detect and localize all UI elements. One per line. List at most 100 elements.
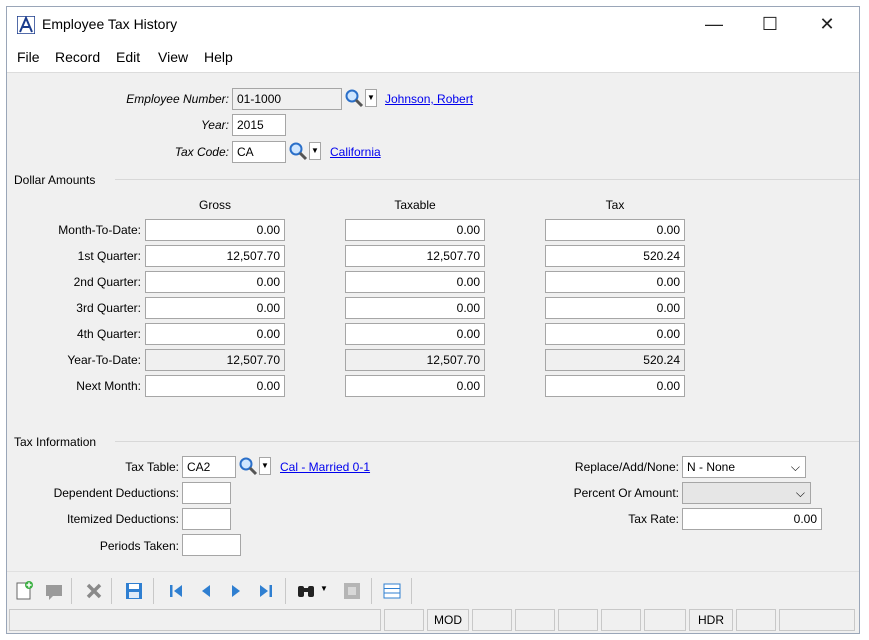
menu-help[interactable]: Help — [204, 49, 233, 65]
maximize-button[interactable]: ☐ — [747, 7, 793, 41]
tax-code-dropdown-icon[interactable]: ▼ — [309, 142, 321, 160]
q1-gross-field[interactable]: 12,507.70 — [145, 245, 285, 267]
status-pane — [384, 609, 424, 631]
year-field[interactable]: 2015 — [232, 114, 286, 136]
previous-record-icon[interactable] — [195, 580, 217, 602]
close-button[interactable]: ✕ — [804, 7, 850, 41]
chevron-down-icon: ⌵ — [790, 460, 800, 474]
percent-or-amount-select[interactable]: ⌵ — [682, 482, 811, 504]
toolbar-separator — [153, 578, 154, 604]
status-pane — [601, 609, 641, 631]
q1-tax-field[interactable]: 520.24 — [545, 245, 685, 267]
tax-table-dropdown-icon[interactable]: ▼ — [259, 457, 271, 475]
app-window: Employee Tax History — ☐ ✕ File Record E… — [6, 6, 860, 634]
q3-gross-field[interactable]: 0.00 — [145, 297, 285, 319]
itemized-deductions-field[interactable] — [182, 508, 231, 530]
window-title: Employee Tax History — [42, 16, 178, 32]
month-to-date-tax-field[interactable]: 0.00 — [545, 219, 685, 241]
employee-lookup-icon[interactable] — [344, 88, 364, 108]
month-to-date-gross-field[interactable]: 0.00 — [145, 219, 285, 241]
periods-taken-label: Periods Taken: — [99, 539, 179, 553]
menu-bar: File Record Edit View Help — [7, 41, 859, 73]
year-to-date-gross-field: 12,507.70 — [145, 349, 285, 371]
next-month-taxable-field[interactable]: 0.00 — [345, 375, 485, 397]
replace-add-none-value: N - None — [687, 460, 736, 474]
employee-name-link[interactable]: Johnson, Robert — [385, 89, 473, 109]
column-header-taxable: Taxable — [394, 198, 436, 212]
first-record-icon[interactable] — [165, 580, 187, 602]
status-pane — [515, 609, 555, 631]
employee-number-field[interactable]: 01-1000 — [232, 88, 342, 110]
q3-taxable-field[interactable]: 0.00 — [345, 297, 485, 319]
menu-edit[interactable]: Edit — [116, 49, 140, 65]
q4-gross-field[interactable]: 0.00 — [145, 323, 285, 345]
status-message-pane — [9, 609, 381, 631]
delete-icon[interactable] — [83, 580, 105, 602]
q2-gross-field[interactable]: 0.00 — [145, 271, 285, 293]
title-bar: Employee Tax History — ☐ ✕ — [7, 7, 859, 41]
month-to-date-taxable-field[interactable]: 0.00 — [345, 219, 485, 241]
replace-add-none-select[interactable]: N - None ⌵ — [682, 456, 806, 478]
toolbar-separator — [371, 578, 372, 604]
menu-record[interactable]: Record — [55, 49, 100, 65]
last-record-icon[interactable] — [255, 580, 277, 602]
employee-dropdown-icon[interactable]: ▼ — [365, 89, 377, 107]
status-pane — [644, 609, 686, 631]
binoculars-icon[interactable] — [295, 580, 317, 602]
row-label-1st-quarter: 1st Quarter: — [77, 249, 141, 263]
periods-taken-field[interactable] — [182, 534, 241, 556]
row-label-2nd-quarter: 2nd Quarter: — [73, 275, 141, 289]
status-pane — [779, 609, 855, 631]
tax-code-field[interactable]: CA — [232, 141, 286, 163]
tax-table-label: Tax Table: — [125, 460, 179, 474]
search-dropdown-icon[interactable]: ▼ — [320, 584, 328, 593]
next-month-gross-field[interactable]: 0.00 — [145, 375, 285, 397]
save-icon[interactable] — [123, 580, 145, 602]
row-label-month-to-date: Month-To-Date: — [58, 223, 141, 237]
dollar-amounts-divider — [115, 179, 859, 180]
next-record-icon[interactable] — [225, 580, 247, 602]
year-label: Year: — [200, 118, 229, 132]
dependent-deductions-label: Dependent Deductions: — [53, 486, 179, 500]
percent-or-amount-label: Percent Or Amount: — [573, 486, 679, 500]
row-label-3rd-quarter: 3rd Quarter: — [76, 301, 141, 315]
tax-code-label: Tax Code: — [174, 145, 229, 159]
dependent-deductions-field[interactable] — [182, 482, 231, 504]
year-to-date-tax-field: 520.24 — [545, 349, 685, 371]
next-month-tax-field[interactable]: 0.00 — [545, 375, 685, 397]
tax-rate-field[interactable]: 0.00 — [682, 508, 822, 530]
tax-table-field[interactable]: CA2 — [182, 456, 236, 478]
new-record-icon[interactable] — [13, 580, 35, 602]
list-view-icon[interactable] — [381, 580, 403, 602]
replace-add-none-label: Replace/Add/None: — [574, 460, 679, 474]
q2-tax-field[interactable]: 0.00 — [545, 271, 685, 293]
status-mode: MOD — [427, 609, 469, 631]
tax-table-name-link[interactable]: Cal - Married 0-1 — [280, 457, 370, 477]
menu-view[interactable]: View — [158, 49, 188, 65]
attachment-icon[interactable] — [341, 580, 363, 602]
dollar-amounts-section-label: Dollar Amounts — [14, 173, 96, 187]
menu-file[interactable]: File — [17, 49, 40, 65]
q2-taxable-field[interactable]: 0.00 — [345, 271, 485, 293]
toolbar-separator — [71, 578, 72, 604]
q4-tax-field[interactable]: 0.00 — [545, 323, 685, 345]
minimize-button[interactable]: — — [691, 7, 737, 41]
notes-icon[interactable] — [43, 580, 65, 602]
column-header-gross: Gross — [198, 198, 231, 212]
q4-taxable-field[interactable]: 0.00 — [345, 323, 485, 345]
app-logo-icon — [17, 16, 35, 34]
tax-code-lookup-icon[interactable] — [288, 141, 308, 161]
toolbar-separator — [285, 578, 286, 604]
tax-code-name-link[interactable]: California — [330, 142, 381, 162]
year-to-date-taxable-field: 12,507.70 — [345, 349, 485, 371]
q1-taxable-field[interactable]: 12,507.70 — [345, 245, 485, 267]
employee-number-label: Employee Number: — [126, 92, 229, 106]
toolbar-separator — [111, 578, 112, 604]
column-header-tax: Tax — [605, 198, 625, 212]
toolbar-separator — [411, 578, 412, 604]
row-label-4th-quarter: 4th Quarter: — [76, 327, 141, 341]
tax-table-lookup-icon[interactable] — [238, 456, 258, 476]
status-pane — [558, 609, 598, 631]
tax-information-divider — [115, 441, 859, 442]
q3-tax-field[interactable]: 0.00 — [545, 297, 685, 319]
